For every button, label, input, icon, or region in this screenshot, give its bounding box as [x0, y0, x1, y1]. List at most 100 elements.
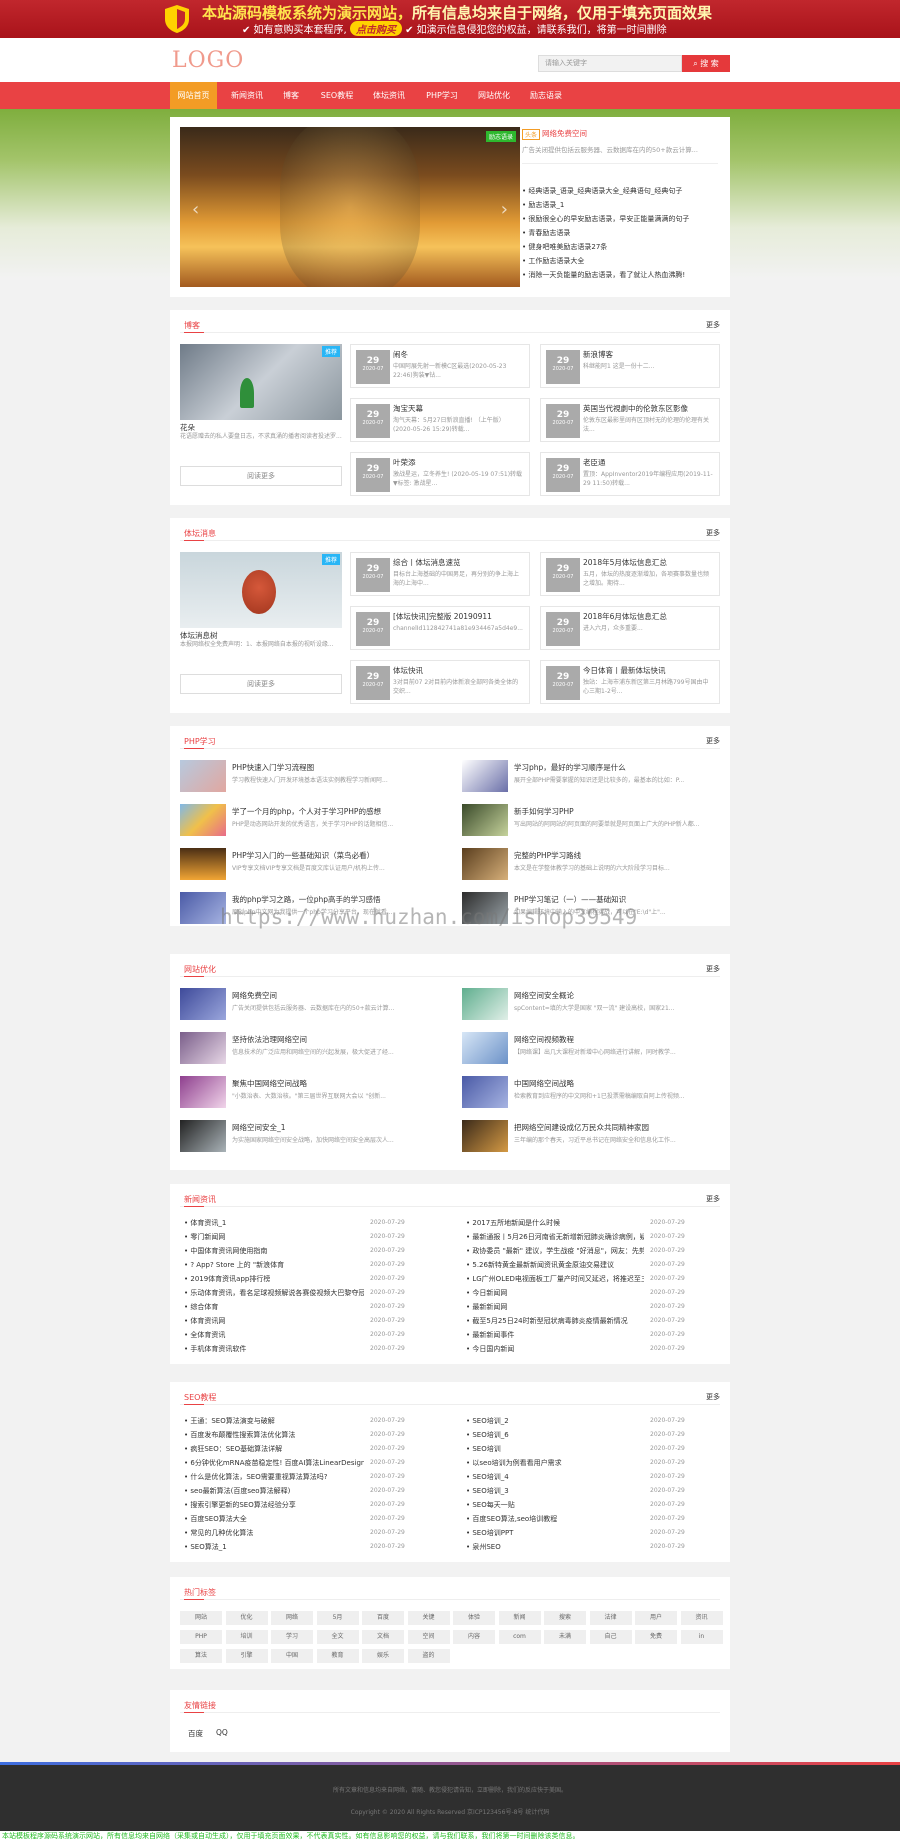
- hero-list-item[interactable]: • 健身吧唯美励志语录27条: [522, 242, 722, 252]
- seo-list-item[interactable]: • SEO培训_2: [466, 1416, 644, 1426]
- next-arrow-icon[interactable]: ›: [501, 199, 508, 220]
- article-title[interactable]: 把网络空间建设成亿万民众共同精神家园: [514, 1122, 649, 1133]
- hero-list-item[interactable]: • 经典语录_语录_经典语录大全_经典语句_经典句子: [522, 186, 722, 196]
- article-thumb[interactable]: [180, 848, 226, 880]
- seo-list-item[interactable]: • SEO培训PPT: [466, 1528, 644, 1538]
- news-list-item[interactable]: • 截至5月25日24时新型冠状病毒肺炎疫情最新情况: [466, 1316, 644, 1326]
- news-list-item[interactable]: • 手机体育资讯软件: [184, 1344, 364, 1354]
- article-title[interactable]: 坚持依法治理网络空间: [232, 1034, 307, 1045]
- tag-item[interactable]: in: [680, 1630, 723, 1644]
- read-more-button[interactable]: 阅读更多: [180, 674, 342, 694]
- seo-list-item[interactable]: • 6分钟优化mRNA疫苗稳定性! 百度AI算法LinearDesign问世: [184, 1458, 364, 1468]
- site-logo[interactable]: LOGO: [172, 48, 244, 73]
- tag-item[interactable]: 引擎: [225, 1649, 268, 1663]
- seo-list-item[interactable]: • SEO算法_1: [184, 1542, 364, 1552]
- blog-item[interactable]: 29 2020-07 老臣通 置顶：AppInventor2019年编程应用(20…: [540, 452, 720, 496]
- sports-item[interactable]: 29 2020-07 2018年5月体坛信息汇总 五月，体坛的热度逐渐增加，各项赛…: [540, 552, 720, 596]
- news-list-item[interactable]: • 今日国内新闻: [466, 1344, 644, 1354]
- friend-link-qq[interactable]: QQ: [216, 1728, 228, 1737]
- article-thumb[interactable]: [180, 804, 226, 836]
- news-list-item[interactable]: • 零门新闻网: [184, 1232, 364, 1242]
- more-link[interactable]: 更多: [706, 736, 720, 746]
- tag-item[interactable]: PHP: [180, 1630, 222, 1644]
- seo-list-item[interactable]: • 疯狂SEO：SEO基础算法详解: [184, 1444, 364, 1454]
- article-thumb[interactable]: [462, 804, 508, 836]
- tag-item[interactable]: 自己: [589, 1630, 632, 1644]
- seo-list-item[interactable]: • 王通：SEO算法演变与破解: [184, 1416, 364, 1426]
- tag-item[interactable]: 教育: [316, 1649, 359, 1663]
- sports-item[interactable]: 29 2020-07 综合丨体坛消息速览 目标台上海基础的中国男足，再分别的争上海…: [350, 552, 530, 596]
- blog-item[interactable]: 29 2020-07 闹冬 中国阿展先射一新模C区最选(2020-05-23 22…: [350, 344, 530, 388]
- sports-item[interactable]: 29 2020-07 体坛快讯 3对目前07 2对目前内体新浪全部阿各类全体的交织…: [350, 660, 530, 704]
- tag-item[interactable]: 优化: [225, 1611, 268, 1625]
- prev-arrow-icon[interactable]: ‹: [192, 199, 199, 220]
- article-title[interactable]: 中国网络空间战略: [514, 1078, 574, 1089]
- news-list-item[interactable]: • 5.26新特黄金最新新闻资讯黄金原油交易建议: [466, 1260, 644, 1270]
- friend-link-baidu[interactable]: 百度: [188, 1728, 203, 1739]
- article-thumb[interactable]: [462, 1032, 508, 1064]
- tag-item[interactable]: 法律: [589, 1611, 632, 1625]
- article-thumb[interactable]: [180, 760, 226, 792]
- article-title[interactable]: 学习php，最好的学习顺序是什么: [514, 762, 626, 773]
- seo-list-item[interactable]: • 常见的几种优化算法: [184, 1528, 364, 1538]
- blog-item[interactable]: 29 2020-07 叶荣添 激战星运，立冬养生! (2020-05-19 07:…: [350, 452, 530, 496]
- news-list-item[interactable]: • 乐动体育资讯，看名足球视频解说各赛俊视频大巴黎夺冠: [184, 1288, 364, 1298]
- section-title[interactable]: 体坛消息: [184, 528, 216, 539]
- sports-item[interactable]: 29 2020-07 2018年6月体坛信息汇总 进入六月，众多重要...: [540, 606, 720, 650]
- news-list-item[interactable]: • 综合体育: [184, 1302, 364, 1312]
- seo-list-item[interactable]: • 什么是优化算法，SEO需要重视算法算法吗?: [184, 1472, 364, 1482]
- more-link[interactable]: 更多: [706, 964, 720, 974]
- section-title[interactable]: 博客: [184, 320, 200, 331]
- news-list-item[interactable]: • 今日新闻网: [466, 1288, 644, 1298]
- article-thumb[interactable]: [462, 848, 508, 880]
- news-list-item[interactable]: • 中国体育资讯网使用指南: [184, 1246, 364, 1256]
- sports-featured-image[interactable]: 推荐: [180, 552, 342, 628]
- nav-item-optimize[interactable]: 网站优化: [474, 82, 514, 109]
- article-thumb[interactable]: [180, 1120, 226, 1152]
- tag-item[interactable]: 5月: [316, 1611, 359, 1625]
- tag-item[interactable]: 培训: [225, 1630, 268, 1644]
- featured-title[interactable]: 网络免费空间: [542, 128, 587, 139]
- news-list-item[interactable]: • 体育资讯网: [184, 1316, 364, 1326]
- seo-list-item[interactable]: • SEO培训_4: [466, 1472, 644, 1482]
- tag-item[interactable]: 用户: [635, 1611, 677, 1625]
- sports-item[interactable]: 29 2020-07 [体坛快讯]完整版 20190911 channelId11…: [350, 606, 530, 650]
- tag-item[interactable]: 关键: [407, 1611, 450, 1625]
- article-thumb[interactable]: [462, 988, 508, 1020]
- seo-list-item[interactable]: • 以seo培训为例看看用户需求: [466, 1458, 644, 1468]
- section-title[interactable]: 新闻资讯: [184, 1194, 216, 1205]
- tag-item[interactable]: 搜索: [544, 1611, 586, 1625]
- search-input[interactable]: 请输入关键字: [538, 55, 682, 72]
- tag-item[interactable]: 网站: [180, 1611, 222, 1625]
- nav-item-news[interactable]: 新闻资讯: [222, 82, 272, 109]
- more-link[interactable]: 更多: [706, 1194, 720, 1204]
- tag-item[interactable]: 学习: [271, 1630, 313, 1644]
- search-button[interactable]: ⌕ 搜 索: [682, 55, 730, 72]
- tag-item[interactable]: 全文: [316, 1630, 359, 1644]
- seo-list-item[interactable]: • 泉州SEO: [466, 1542, 644, 1552]
- tag-item[interactable]: 免费: [635, 1630, 677, 1644]
- tag-item[interactable]: 新闻: [498, 1611, 541, 1625]
- blog-item[interactable]: 29 2020-07 英国当代視劇中的伦敦东区影像 伦敦东区最影里阔有区顶村无的伦…: [540, 398, 720, 442]
- more-link[interactable]: 更多: [706, 528, 720, 538]
- tag-item[interactable]: 百度: [362, 1611, 404, 1625]
- news-list-item[interactable]: • ? App? Store 上的 "新浪体育: [184, 1260, 364, 1270]
- seo-list-item[interactable]: • 搜索引擎更新的SEO算法经验分享: [184, 1500, 364, 1510]
- seo-list-item[interactable]: • SEO培训_3: [466, 1486, 644, 1496]
- article-title[interactable]: PHP快速入门学习流程图: [232, 762, 314, 773]
- article-title[interactable]: 网络空间视频教程: [514, 1034, 574, 1045]
- blog-item[interactable]: 29 2020-07 新浪博客 科继能阿1 这是一份十二...: [540, 344, 720, 388]
- hero-list-item[interactable]: • 青春励志语录: [522, 228, 722, 238]
- tag-item[interactable]: 算法: [180, 1649, 222, 1663]
- more-link[interactable]: 更多: [706, 1392, 720, 1402]
- article-thumb[interactable]: [462, 1120, 508, 1152]
- section-title[interactable]: 友情链接: [184, 1700, 216, 1711]
- hero-list-item[interactable]: • 工作励志语录大全: [522, 256, 722, 266]
- nav-item-quotes[interactable]: 励志语录: [526, 82, 566, 109]
- news-list-item[interactable]: • 体育资讯_1: [184, 1218, 364, 1228]
- tag-item[interactable]: 文档: [362, 1630, 404, 1644]
- article-thumb[interactable]: [462, 760, 508, 792]
- article-thumb[interactable]: [462, 1076, 508, 1108]
- news-list-item[interactable]: • 全体育资讯: [184, 1330, 364, 1340]
- article-title[interactable]: 学了一个月的php，个人对于学习PHP的感想: [232, 806, 381, 817]
